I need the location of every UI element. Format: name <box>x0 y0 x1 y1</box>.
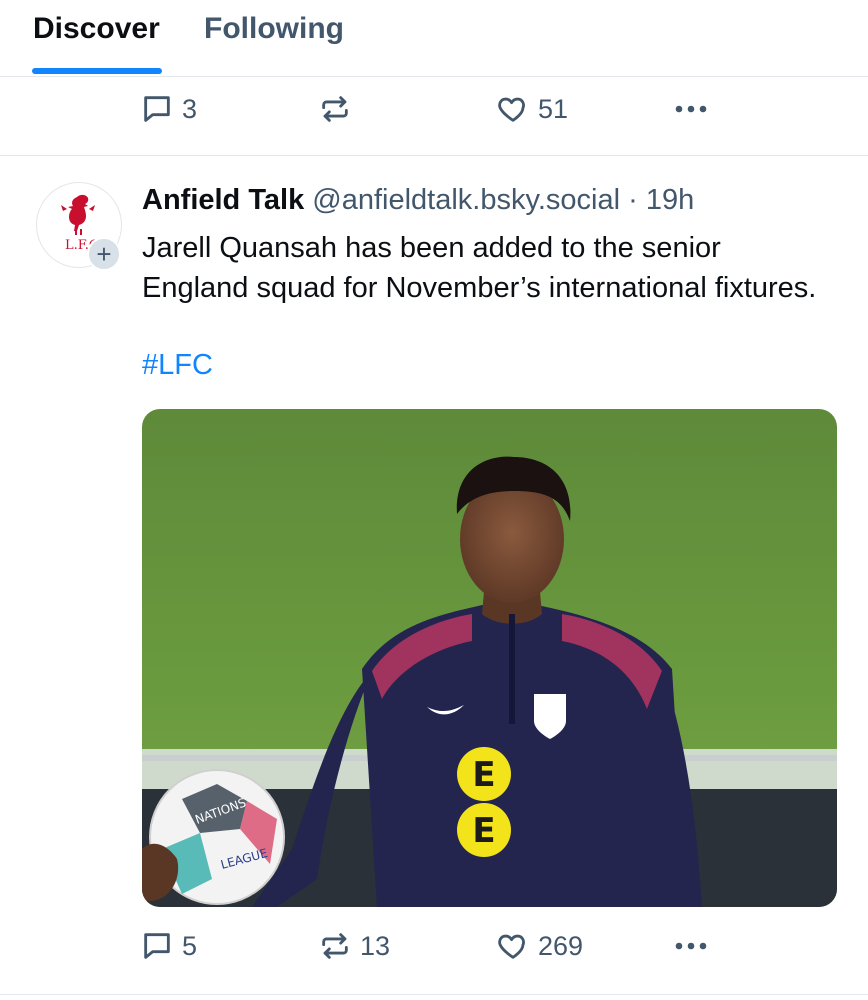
like-count: 51 <box>538 93 569 124</box>
like-button[interactable]: 51 <box>496 79 568 139</box>
repost-arrows-icon <box>322 933 348 959</box>
follow-plus-icon[interactable]: + <box>87 237 121 271</box>
more-options-button[interactable] <box>672 79 710 139</box>
like-count: 269 <box>538 930 584 961</box>
feed-post[interactable]: L.F.C + Anfield Talk @anfieldtalk.bsky.s… <box>0 156 868 995</box>
previous-post: 3 51 <box>0 77 868 156</box>
post-time[interactable]: 19h <box>646 184 694 216</box>
reply-count: 5 <box>182 930 198 961</box>
post-image[interactable]: E E NATIONS LEAGUE <box>142 409 837 907</box>
repost-button[interactable] <box>318 79 360 139</box>
player-photo: E E NATIONS LEAGUE <box>142 409 837 907</box>
speech-bubble-icon <box>144 933 170 959</box>
speech-bubble-icon <box>144 96 170 122</box>
ellipsis-icon <box>675 105 707 113</box>
feed-tabs: Discover Following <box>0 0 868 77</box>
ellipsis-icon <box>675 942 707 950</box>
post-header: Anfield Talk @anfieldtalk.bsky.social · … <box>142 184 694 217</box>
post-actions: 3 51 <box>0 79 868 139</box>
repost-arrows-icon <box>322 96 348 122</box>
reply-count: 3 <box>182 93 198 124</box>
reply-button[interactable]: 3 <box>140 79 197 139</box>
tab-discover[interactable]: Discover <box>33 12 160 46</box>
author-name[interactable]: Anfield Talk <box>142 184 304 216</box>
more-options-button[interactable] <box>672 916 710 976</box>
tab-following[interactable]: Following <box>204 12 344 46</box>
sponsor-letter-top: E <box>472 755 495 795</box>
separator-dot: · <box>628 184 638 216</box>
post-text: Jarell Quansah has been added to the sen… <box>142 232 817 304</box>
heart-icon <box>498 97 525 122</box>
repost-count: 13 <box>360 930 391 961</box>
author-handle[interactable]: @anfieldtalk.bsky.social <box>312 184 620 216</box>
like-button[interactable]: 269 <box>496 916 583 976</box>
reply-button[interactable]: 5 <box>140 916 197 976</box>
active-tab-indicator <box>32 68 162 74</box>
post-actions: 5 13 269 <box>0 916 868 976</box>
hashtag-link[interactable]: #LFC <box>142 349 213 382</box>
sponsor-letter-bottom: E <box>472 811 495 851</box>
repost-button[interactable]: 13 <box>318 916 390 976</box>
heart-icon <box>498 934 525 959</box>
